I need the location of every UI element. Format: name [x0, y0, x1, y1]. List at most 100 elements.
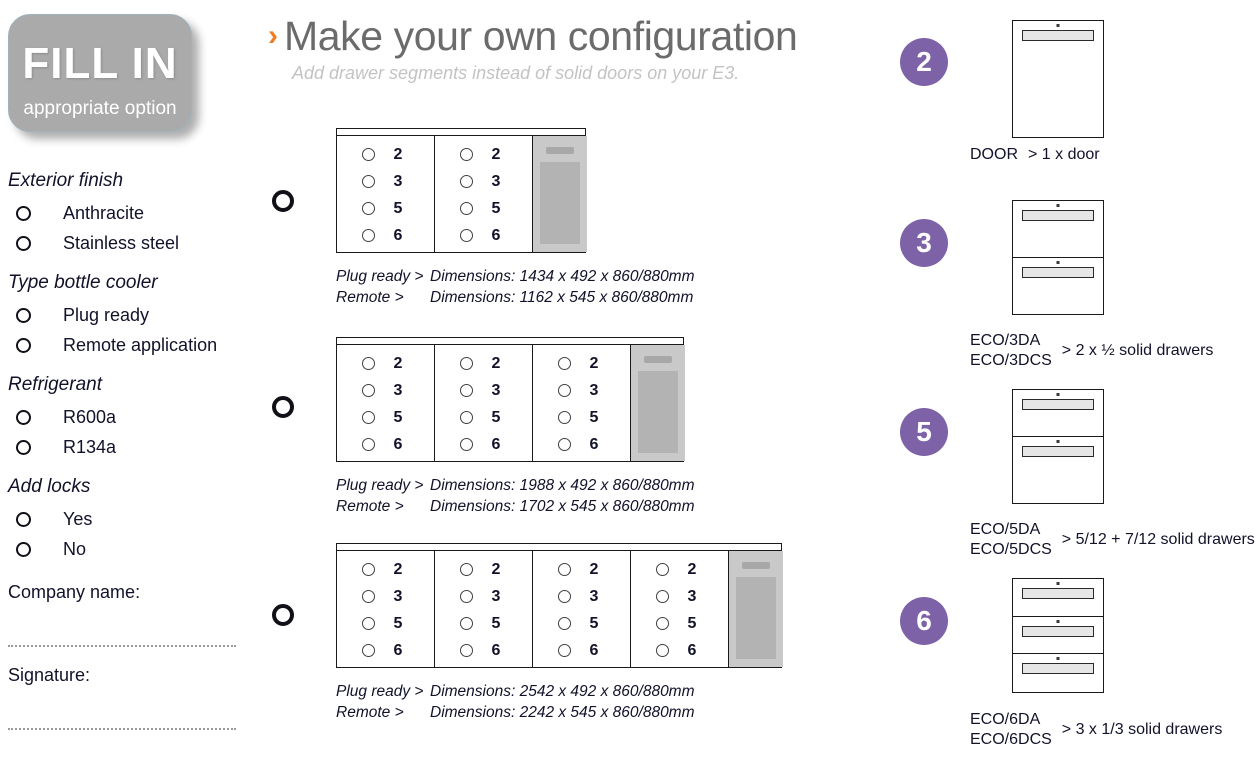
bay-option-row[interactable]: 6 — [558, 431, 605, 458]
bay-option-row[interactable]: 3 — [362, 168, 409, 195]
bay-option-row[interactable]: 6 — [460, 637, 507, 664]
bay-option-radio[interactable] — [656, 563, 669, 576]
form-option-row[interactable]: Yes — [8, 504, 258, 534]
bay-option-radio[interactable] — [362, 202, 375, 215]
bay-option-radio[interactable] — [460, 148, 473, 161]
bay-option-radio[interactable] — [460, 175, 473, 188]
form-option-row[interactable]: Anthracite — [8, 198, 258, 228]
radio-button[interactable] — [16, 541, 31, 557]
bay-option-row[interactable]: 3 — [558, 583, 605, 610]
form-option-row[interactable]: No — [8, 534, 258, 564]
bay-option-radio[interactable] — [362, 590, 375, 603]
bay-option-row[interactable]: 2 — [362, 350, 409, 377]
bay-option-row[interactable]: 6 — [460, 222, 507, 249]
bay-option-row[interactable]: 2 — [362, 141, 409, 168]
bay-option-row[interactable]: 5 — [460, 195, 507, 222]
bay-option-radio[interactable] — [460, 229, 473, 242]
bay-option-row[interactable]: 2 — [656, 556, 703, 583]
bay-option-radio[interactable] — [656, 617, 669, 630]
bay-option-row[interactable]: 2 — [558, 350, 605, 377]
bay-option-radio[interactable] — [362, 644, 375, 657]
bay-option-radio[interactable] — [460, 438, 473, 451]
lock-icon — [1056, 657, 1060, 661]
bay-option-radio[interactable] — [460, 590, 473, 603]
form-option-row[interactable]: Stainless steel — [8, 228, 258, 258]
bay-option-radio[interactable] — [558, 563, 571, 576]
bay-option-row[interactable]: 5 — [362, 195, 409, 222]
bay-option-radio[interactable] — [460, 644, 473, 657]
bay-option-row[interactable]: 3 — [558, 377, 605, 404]
bay-option-row[interactable]: 6 — [362, 431, 409, 458]
bay-option-number: 6 — [491, 435, 501, 453]
bay-option-radio[interactable] — [460, 563, 473, 576]
radio-button[interactable] — [16, 205, 31, 221]
form-option-row[interactable]: Plug ready — [8, 300, 258, 330]
company-name-input-line[interactable] — [8, 645, 236, 647]
bay-option-row[interactable]: 3 — [460, 377, 507, 404]
form-option-row[interactable]: Remote application — [8, 330, 258, 360]
compressor-panel — [638, 371, 678, 453]
bay-option-row[interactable]: 5 — [362, 610, 409, 637]
bay-option-row[interactable]: 2 — [460, 556, 507, 583]
bay-option-radio[interactable] — [558, 644, 571, 657]
bay-option-row[interactable]: 6 — [362, 637, 409, 664]
bay-option-row[interactable]: 5 — [460, 610, 507, 637]
form-option-row[interactable]: R600a — [8, 402, 258, 432]
bay-option-row[interactable]: 2 — [460, 350, 507, 377]
bay-option-row[interactable]: 6 — [656, 637, 703, 664]
bay-option-row[interactable]: 2 — [460, 141, 507, 168]
bay-option-radio[interactable] — [460, 202, 473, 215]
bay-option-radio[interactable] — [460, 357, 473, 370]
bay-option-radio[interactable] — [460, 411, 473, 424]
bay-option-radio[interactable] — [362, 229, 375, 242]
radio-button[interactable] — [16, 409, 31, 425]
bay-option-row[interactable]: 6 — [362, 222, 409, 249]
bay-option-row[interactable]: 6 — [558, 637, 605, 664]
compressor-unit — [729, 551, 783, 667]
radio-button[interactable] — [16, 439, 31, 455]
bay-option-radio[interactable] — [362, 175, 375, 188]
bay-option-radio[interactable] — [362, 617, 375, 630]
bay-option-row[interactable]: 2 — [362, 556, 409, 583]
bay-option-radio[interactable] — [558, 438, 571, 451]
bay-option-radio[interactable] — [558, 357, 571, 370]
bay-option-row[interactable]: 6 — [460, 431, 507, 458]
form-option-row[interactable]: R134a — [8, 432, 258, 462]
bay-option-row[interactable]: 5 — [558, 404, 605, 431]
bay-option-row[interactable]: 3 — [362, 583, 409, 610]
bay-option-radio[interactable] — [362, 438, 375, 451]
radio-button[interactable] — [16, 307, 31, 323]
bay-option-row[interactable]: 5 — [460, 404, 507, 431]
configuration-select-radio[interactable] — [272, 190, 294, 212]
bay-option-row[interactable]: 3 — [362, 377, 409, 404]
fill-in-badge: FILL IN appropriate option — [8, 14, 192, 132]
bay-option-row[interactable]: 3 — [460, 168, 507, 195]
bay-option-radio[interactable] — [362, 411, 375, 424]
radio-button[interactable] — [16, 511, 31, 527]
bay-option-radio[interactable] — [460, 617, 473, 630]
bay-option-radio[interactable] — [362, 563, 375, 576]
bay-option-radio[interactable] — [362, 357, 375, 370]
legend-caption: ECO/6DA ECO/6DCS > 3 x 1/3 solid drawers — [970, 710, 1222, 750]
configuration-select-radio[interactable] — [272, 396, 294, 418]
bay-option-radio[interactable] — [558, 617, 571, 630]
bay-option-radio[interactable] — [558, 411, 571, 424]
bay-option-row[interactable]: 2 — [558, 556, 605, 583]
bay-option-row[interactable]: 5 — [558, 610, 605, 637]
bay-option-radio[interactable] — [362, 384, 375, 397]
radio-button[interactable] — [16, 235, 31, 251]
bay-option-radio[interactable] — [656, 590, 669, 603]
radio-button[interactable] — [16, 337, 31, 353]
bay-option-radio[interactable] — [362, 148, 375, 161]
bay-option-radio[interactable] — [656, 644, 669, 657]
bay-option-row[interactable]: 3 — [656, 583, 703, 610]
bay-option-row[interactable]: 5 — [362, 404, 409, 431]
configuration-select-radio[interactable] — [272, 604, 294, 626]
bay-option-radio[interactable] — [460, 384, 473, 397]
bay-option-number: 5 — [589, 408, 599, 426]
bay-option-radio[interactable] — [558, 384, 571, 397]
bay-option-row[interactable]: 5 — [656, 610, 703, 637]
bay-option-row[interactable]: 3 — [460, 583, 507, 610]
signature-input-line[interactable] — [8, 728, 236, 730]
bay-option-radio[interactable] — [558, 590, 571, 603]
